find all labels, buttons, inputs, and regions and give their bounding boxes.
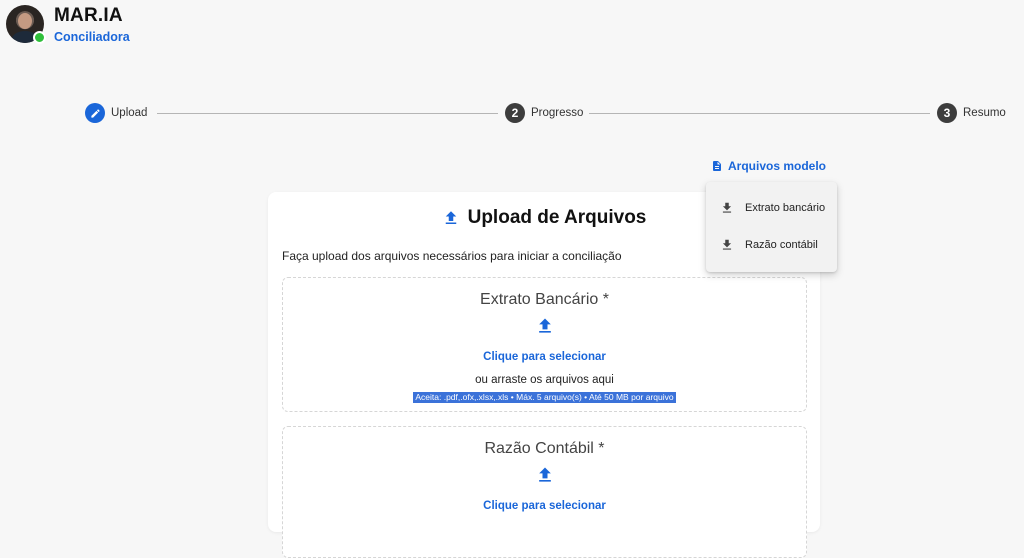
download-icon xyxy=(722,239,732,250)
upload-icon[interactable] xyxy=(535,465,555,485)
step-label-upload: Upload xyxy=(111,107,148,119)
step-upload[interactable]: Upload xyxy=(85,103,147,123)
step-label-progresso: Progresso xyxy=(531,107,584,119)
dropzone-title: Extrato Bancário * xyxy=(480,291,609,308)
document-icon xyxy=(713,161,721,171)
step-number-2: 2 xyxy=(505,103,525,123)
upload-icon xyxy=(445,211,456,224)
step-number-3: 3 xyxy=(937,103,957,123)
avatar-face xyxy=(18,13,32,29)
select-files-link[interactable]: Clique para selecionar xyxy=(283,351,806,363)
menu-item-label: Extrato bancário xyxy=(745,202,826,214)
step-connector xyxy=(589,113,930,114)
dropzone-title: Razão Contábil * xyxy=(484,440,605,457)
step-progresso[interactable]: 2 Progresso xyxy=(505,103,583,123)
dropzone-razao-contabil[interactable]: Razão Contábil * Clique para selecionar xyxy=(282,426,807,558)
online-status-icon xyxy=(33,31,46,44)
templates-dropdown: Extrato bancário Razão contábil xyxy=(706,182,837,272)
menu-item-label: Razão contábil xyxy=(745,239,818,251)
app-title: MAR.IA xyxy=(54,5,123,26)
drag-hint: ou arraste os arquivos aqui xyxy=(475,374,614,386)
accepted-formats: Aceita: .pdf,.ofx,.xlsx,.xls • Máx. 5 ar… xyxy=(413,392,676,403)
card-description: Faça upload dos arquivos necessários par… xyxy=(282,249,622,263)
templates-link[interactable]: Arquivos modelo xyxy=(711,159,826,173)
pencil-icon xyxy=(85,103,105,123)
app-subtitle: Conciliadora xyxy=(54,30,130,44)
menu-item-extrato-bancario[interactable]: Extrato bancário xyxy=(706,192,837,224)
templates-link-label: Arquivos modelo xyxy=(728,159,827,173)
step-connector xyxy=(157,113,498,114)
download-icon xyxy=(722,202,732,213)
card-title: Upload de Arquivos xyxy=(467,207,647,228)
step-label-resumo: Resumo xyxy=(963,107,1006,119)
step-resumo[interactable]: 3 Resumo xyxy=(937,103,1006,123)
select-files-link[interactable]: Clique para selecionar xyxy=(283,500,806,512)
menu-item-razao-contabil[interactable]: Razão contábil xyxy=(706,229,837,261)
upload-icon[interactable] xyxy=(535,316,555,336)
dropzone-extrato-bancario[interactable]: Extrato Bancário * Clique para seleciona… xyxy=(282,277,807,412)
